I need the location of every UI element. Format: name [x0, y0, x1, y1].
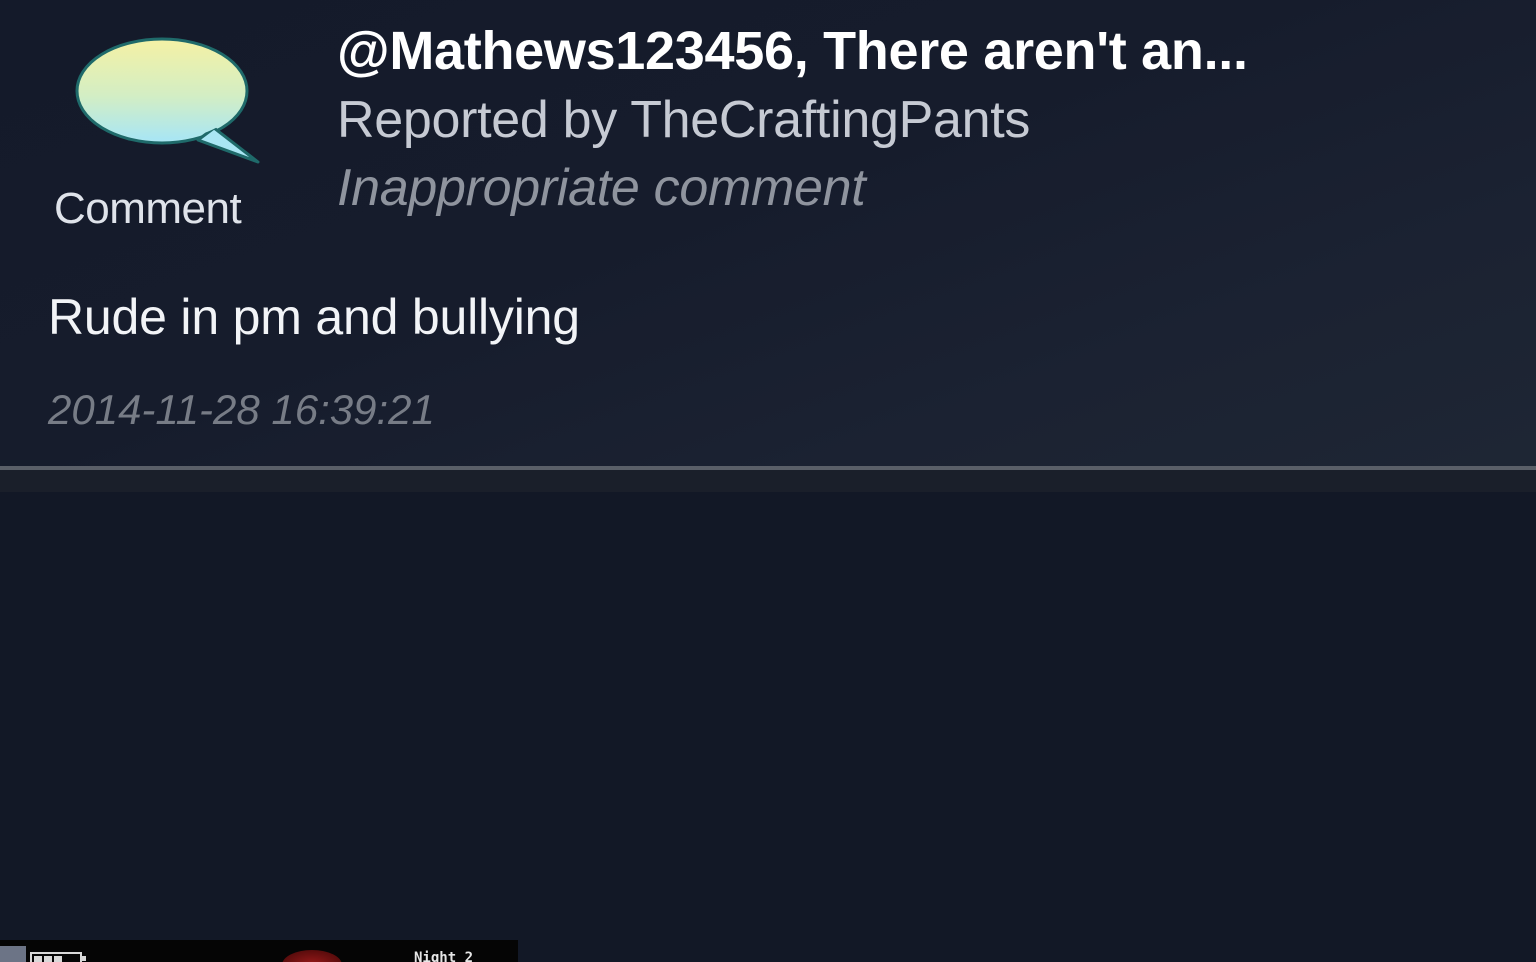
thumbnail-image: Night 2 — [0, 940, 518, 962]
battery-icon — [30, 952, 86, 962]
report-type-label: Comment — [54, 184, 242, 233]
thumbnail-caption: Night 2 — [414, 950, 474, 962]
speech-bubble-icon — [74, 36, 262, 166]
reporter-line: Reported by TheCraftingPants — [337, 91, 1031, 149]
report-card[interactable]: Comment @Mathews123456, There aren't an.… — [0, 0, 1536, 466]
red-light-icon — [282, 950, 342, 962]
next-item-strip[interactable]: Night 2 — [0, 470, 1536, 962]
report-message: Rude in pm and bullying — [48, 289, 580, 345]
report-title: @Mathews123456, There aren't an... — [337, 21, 1248, 81]
report-reason: Inappropriate comment — [337, 159, 866, 217]
thumbnail-corner — [0, 946, 26, 962]
report-timestamp: 2014-11-28 16:39:21 — [48, 386, 435, 433]
